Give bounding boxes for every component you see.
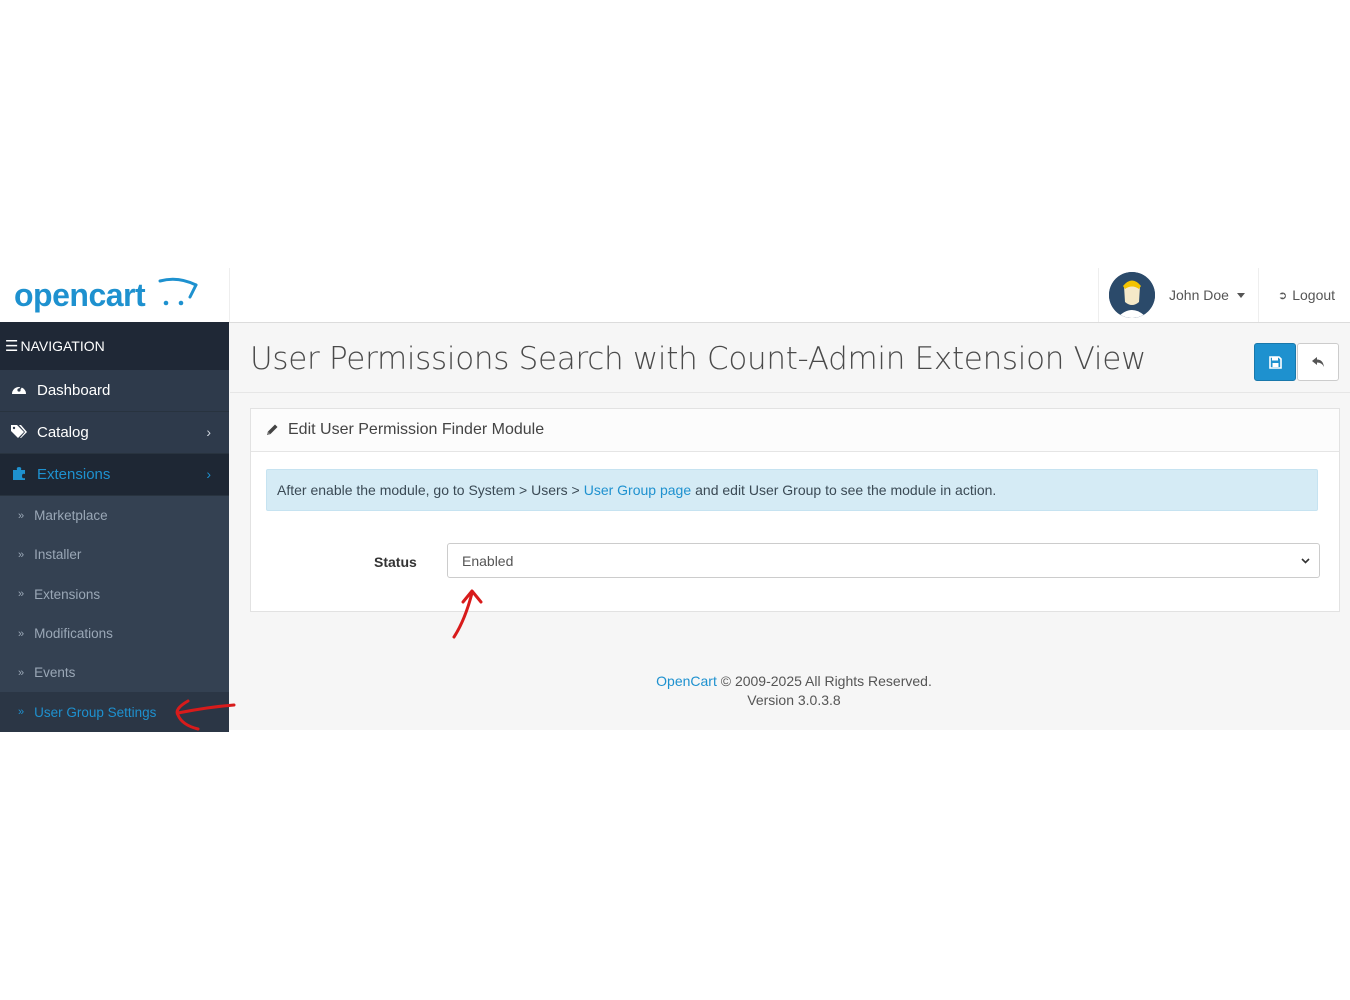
double-chevron-icon: » [18,706,25,719]
sidebar-subitem-label: Modifications [34,626,113,642]
status-select[interactable]: Enabled [447,543,1320,578]
sidebar-subitem-installer[interactable]: » Installer [0,535,229,575]
alert-text-end: and edit User Group to see the module in… [695,482,997,498]
logout-link[interactable]: ➲ Logout [1278,268,1335,322]
top-header: opencart John Doe ➲ Logout [0,268,1350,323]
double-chevron-icon: » [18,588,25,601]
dashboard-icon [9,382,29,399]
logout-label: Logout [1292,287,1336,303]
double-chevron-icon: » [18,666,25,679]
sidebar-item-extensions[interactable]: Extensions › [0,454,229,496]
sidebar-subitem-modifications[interactable]: » Modifications [0,613,229,654]
reply-icon [1312,357,1324,367]
footer-copyright: © 2009-2025 All Rights Reserved. [720,673,932,689]
footer-version: Version 3.0.3.8 [747,692,841,708]
sidebar-subitem-label: Installer [34,547,82,563]
page-title: User Permissions Search with Count-Admin… [250,341,1147,377]
main-content: User Permissions Search with Count-Admin… [230,322,1350,730]
sidebar: ☰ NAVIGATION Dashboard Catalog › Extensi… [0,322,229,732]
bars-icon: ☰ [5,338,19,355]
panel-title: Edit User Permission Finder Module [288,421,545,438]
sidebar-subitem-extensions[interactable]: » Extensions [0,574,229,614]
double-chevron-icon: » [18,627,25,640]
header-divider [229,268,230,322]
user-menu[interactable]: John Doe [1098,268,1259,322]
opencart-logo[interactable]: opencart [14,276,204,316]
navigation-heading: ☰ NAVIGATION [0,322,229,370]
chevron-right-icon: › [206,424,211,440]
status-selected-value: Enabled [462,552,514,569]
double-chevron-icon: » [18,548,25,561]
pencil-icon [267,424,278,435]
back-button[interactable] [1297,343,1339,381]
chevron-right-icon: › [206,466,211,482]
sidebar-item-label: Extensions [37,466,111,483]
edit-panel: Edit User Permission Finder Module After… [250,408,1340,612]
caret-down-icon [1236,292,1245,298]
double-chevron-icon: » [18,509,25,522]
user-name: John Doe [1169,287,1229,303]
sidebar-item-dashboard[interactable]: Dashboard [0,370,229,412]
user-group-link[interactable]: User Group page [584,482,691,498]
puzzle-icon [9,465,29,484]
sidebar-item-label: Dashboard [37,382,111,399]
admin-app: opencart John Doe ➲ Logout ☰ NAVIGATION … [0,268,1350,732]
save-button[interactable] [1254,343,1296,381]
sidebar-subitem-user-group-settings[interactable]: » User Group Settings [0,692,229,732]
sidebar-subitem-events[interactable]: » Events [0,653,229,693]
status-label: Status [374,554,417,570]
panel-heading: Edit User Permission Finder Module [251,409,1339,452]
sidebar-subitem-label: User Group Settings [34,704,157,720]
sidebar-subitem-marketplace[interactable]: » Marketplace [0,496,229,536]
save-icon [1268,355,1282,369]
sign-out-icon: ➲ [1278,289,1288,302]
opencart-link[interactable]: OpenCart [656,673,717,689]
alert-text: After enable the module, go to System > … [277,482,580,498]
sidebar-subitem-label: Marketplace [34,508,108,524]
page-header: User Permissions Search with Count-Admin… [230,322,1350,393]
footer-copyright-line: OpenCart © 2009-2025 All Rights Reserved… [230,672,1350,691]
chevron-down-icon [1301,558,1310,564]
info-alert: After enable the module, go to System > … [266,469,1318,511]
avatar [1109,272,1155,318]
tags-icon [9,424,29,441]
sidebar-item-label: Catalog [37,424,89,441]
sidebar-subitem-label: Events [34,665,76,681]
footer: OpenCart © 2009-2025 All Rights Reserved… [230,672,1350,710]
sidebar-subitem-label: Extensions [34,586,101,602]
sidebar-item-catalog[interactable]: Catalog › [0,412,229,454]
navigation-heading-label: NAVIGATION [20,338,105,354]
svg-text:opencart: opencart [14,277,146,313]
